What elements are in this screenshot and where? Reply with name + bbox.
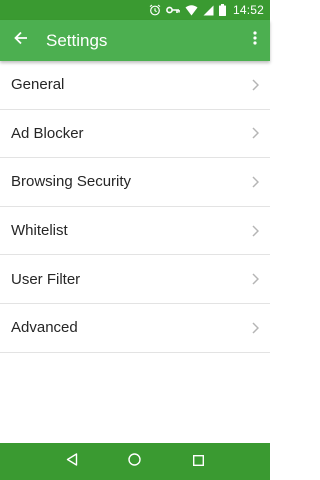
nav-home-button[interactable]	[120, 447, 150, 477]
status-bar: 14:52	[0, 0, 270, 20]
overflow-menu-button[interactable]	[243, 20, 267, 61]
chevron-right-icon	[250, 321, 260, 335]
chevron-right-icon	[250, 175, 260, 189]
nav-back-button[interactable]	[57, 447, 87, 477]
settings-list: General Ad Blocker Browsing Security Whi…	[0, 61, 270, 353]
chevron-right-icon	[250, 224, 260, 238]
settings-item-label: Whitelist	[11, 222, 68, 240]
page-title: Settings	[46, 30, 108, 50]
settings-item-whitelist[interactable]: Whitelist	[0, 207, 270, 256]
chevron-right-icon	[250, 272, 260, 286]
settings-item-browsing-security[interactable]: Browsing Security	[0, 158, 270, 207]
settings-item-advanced[interactable]: Advanced	[0, 304, 270, 353]
status-time: 14:52	[232, 3, 264, 17]
settings-item-user-filter[interactable]: User Filter	[0, 255, 270, 304]
home-circle-icon	[128, 452, 142, 471]
more-vert-icon	[253, 31, 257, 50]
alarm-icon	[149, 4, 161, 16]
key-icon	[166, 5, 180, 15]
settings-item-label: Advanced	[11, 319, 78, 337]
settings-item-label: Browsing Security	[11, 173, 132, 191]
nav-recents-button[interactable]	[183, 447, 213, 477]
chevron-right-icon	[250, 126, 260, 140]
battery-icon	[218, 4, 226, 16]
settings-item-general[interactable]: General	[0, 61, 270, 110]
settings-item-ad-blocker[interactable]: Ad Blocker	[0, 110, 270, 159]
chevron-right-icon	[250, 78, 260, 92]
back-triangle-icon	[66, 452, 78, 471]
wifi-icon	[185, 4, 198, 16]
signal-icon	[203, 5, 214, 16]
arrow-back-icon	[14, 31, 28, 50]
settings-item-label: User Filter	[11, 270, 81, 288]
back-button[interactable]	[1, 20, 41, 61]
settings-item-label: Ad Blocker	[11, 124, 84, 142]
recents-square-icon	[192, 453, 204, 471]
navigation-bar	[0, 443, 270, 480]
app-bar: Settings	[0, 20, 270, 61]
settings-item-label: General	[11, 76, 65, 94]
